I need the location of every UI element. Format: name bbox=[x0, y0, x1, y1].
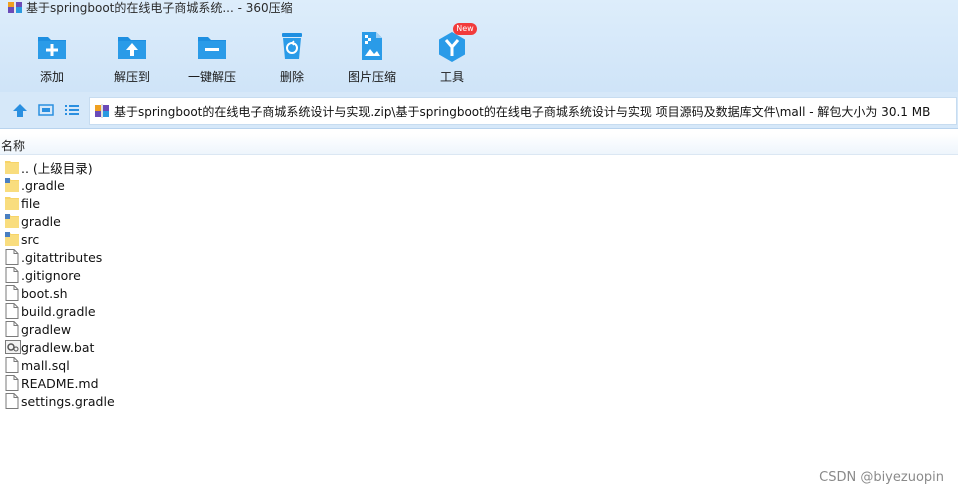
list-item-name: src bbox=[21, 231, 40, 247]
list-item[interactable]: .. (上级目录) bbox=[0, 158, 400, 176]
file-icon bbox=[5, 249, 19, 265]
file-icon bbox=[5, 393, 19, 409]
one-click-extract-icon bbox=[196, 30, 228, 62]
image-compress-button[interactable]: 图片压缩 bbox=[332, 28, 412, 86]
extract-to-icon bbox=[116, 30, 148, 62]
folder-icon bbox=[5, 213, 19, 229]
delete-label: 删除 bbox=[279, 70, 304, 84]
tools-label: 工具 bbox=[439, 70, 464, 84]
image-compress-icon bbox=[356, 30, 388, 62]
file-icon bbox=[5, 357, 19, 373]
tools-icon: New bbox=[436, 23, 477, 62]
top-bar: 基于springboot的在线电子商城系统... - 360压缩 添加 解压到 … bbox=[0, 0, 958, 92]
one-click-extract-button[interactable]: 一键解压 bbox=[172, 28, 252, 86]
list-view-icon[interactable] bbox=[64, 103, 80, 117]
list-item[interactable]: gradlew bbox=[0, 320, 400, 338]
file-icon bbox=[5, 267, 19, 283]
archive-app-icon bbox=[8, 1, 22, 13]
extract-to-label: 解压到 bbox=[113, 70, 150, 84]
list-item[interactable]: build.gradle bbox=[0, 302, 400, 320]
file-icon bbox=[5, 339, 21, 355]
address-row: 基于springboot的在线电子商城系统设计与实现.zip\基于springb… bbox=[0, 92, 958, 129]
file-icon bbox=[5, 303, 19, 319]
list-item[interactable]: mall.sql bbox=[0, 356, 400, 374]
list-item-name: file bbox=[21, 195, 41, 211]
tools-button[interactable]: New 工具 bbox=[412, 23, 492, 86]
thumbnail-view-icon[interactable] bbox=[38, 103, 54, 117]
list-item[interactable]: gradle bbox=[0, 212, 400, 230]
window-title: 基于springboot的在线电子商城系统... - 360压缩 bbox=[26, 0, 293, 15]
list-item[interactable]: src bbox=[0, 230, 400, 248]
new-badge: New bbox=[453, 23, 477, 35]
list-item-name: boot.sh bbox=[21, 285, 68, 301]
image-compress-label: 图片压缩 bbox=[347, 70, 396, 84]
list-item[interactable]: settings.gradle bbox=[0, 392, 400, 410]
title-bar: 基于springboot的在线电子商城系统... - 360压缩 bbox=[0, 0, 293, 15]
file-list: .. (上级目录) .gradle file gradle src .gitattribu… bbox=[0, 158, 400, 410]
folder-icon bbox=[5, 159, 19, 175]
address-bar[interactable]: 基于springboot的在线电子商城系统设计与实现.zip\基于springb… bbox=[89, 97, 957, 125]
list-item[interactable]: .gradle bbox=[0, 176, 400, 194]
list-item[interactable]: README.md bbox=[0, 374, 400, 392]
file-icon bbox=[5, 375, 19, 391]
list-item-name: gradle bbox=[21, 213, 61, 229]
list-item[interactable]: .gitignore bbox=[0, 266, 400, 284]
delete-button[interactable]: 删除 bbox=[252, 28, 332, 86]
list-item-name: gradlew.bat bbox=[21, 339, 95, 355]
zip-archive-icon bbox=[94, 103, 110, 119]
file-icon bbox=[5, 321, 19, 337]
list-item[interactable]: file bbox=[0, 194, 400, 212]
list-item-name: .gradle bbox=[21, 177, 65, 193]
add-label: 添加 bbox=[39, 70, 64, 84]
list-item[interactable]: boot.sh bbox=[0, 284, 400, 302]
watermark: CSDN @biyezuopin bbox=[819, 470, 944, 485]
list-item-name: .. (上级目录) bbox=[21, 160, 93, 176]
address-path: 基于springboot的在线电子商城系统设计与实现.zip\基于springb… bbox=[114, 104, 931, 119]
list-item-name: gradlew bbox=[21, 321, 72, 337]
list-item-name: README.md bbox=[21, 375, 99, 391]
list-item-name: build.gradle bbox=[21, 303, 96, 319]
list-item[interactable]: gradlew.bat bbox=[0, 338, 400, 356]
list-item-name: .gitattributes bbox=[21, 249, 103, 265]
list-item-name: mall.sql bbox=[21, 357, 70, 373]
folder-icon bbox=[5, 195, 19, 211]
name-column-label: 名称 bbox=[1, 139, 26, 153]
delete-icon bbox=[276, 30, 308, 62]
folder-icon bbox=[5, 177, 19, 193]
list-item[interactable]: .gitattributes bbox=[0, 248, 400, 266]
name-column-header[interactable]: 名称 bbox=[0, 134, 958, 155]
extract-to-button[interactable]: 解压到 bbox=[92, 28, 172, 86]
up-arrow-icon[interactable] bbox=[12, 103, 28, 117]
list-item-name: .gitignore bbox=[21, 267, 81, 283]
list-item-name: settings.gradle bbox=[21, 393, 115, 409]
one-click-extract-label: 一键解压 bbox=[187, 70, 236, 84]
file-icon bbox=[5, 285, 19, 301]
add-file-icon bbox=[36, 30, 68, 62]
folder-icon bbox=[5, 231, 19, 247]
add-button[interactable]: 添加 bbox=[12, 28, 92, 86]
